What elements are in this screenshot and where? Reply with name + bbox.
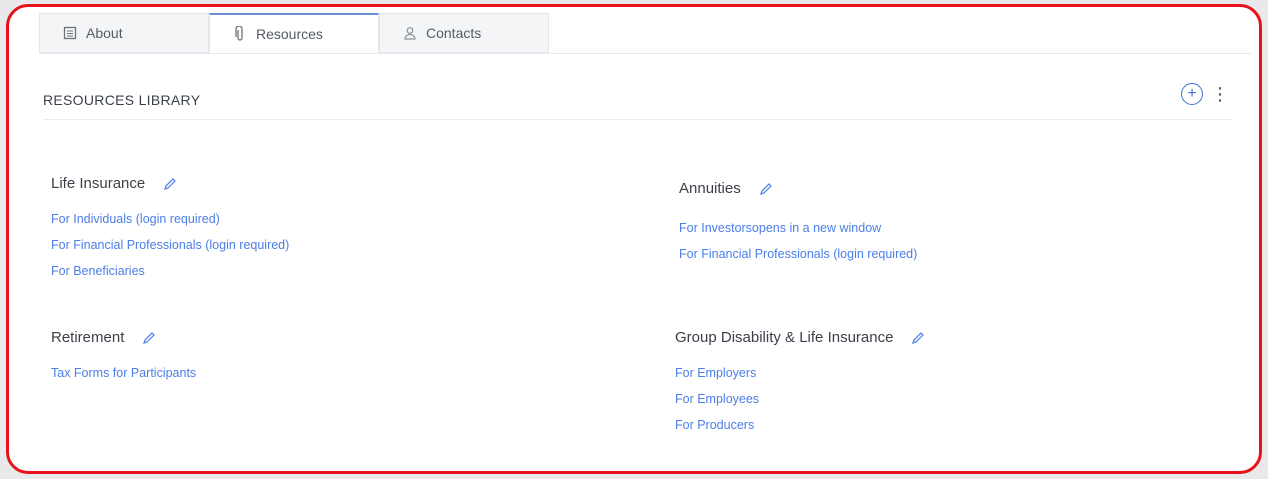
section-title: Group Disability & Life Insurance <box>675 329 894 346</box>
tab-contacts[interactable]: Contacts <box>379 13 549 53</box>
library-actions: + ⋮ <box>1181 83 1231 105</box>
pencil-icon[interactable] <box>163 177 177 191</box>
tab-divider <box>39 53 1251 54</box>
pencil-icon[interactable] <box>911 331 925 345</box>
link-tax-forms[interactable]: Tax Forms for Participants <box>51 366 196 380</box>
paperclip-icon <box>232 25 248 42</box>
link-investors[interactable]: For Investorsopens in a new window <box>679 221 917 235</box>
link-employees[interactable]: For Employees <box>675 392 925 406</box>
section-title: Life Insurance <box>51 175 146 192</box>
tab-bar: About Resources Contacts <box>39 13 549 55</box>
page-title: RESOURCES LIBRARY <box>43 92 201 108</box>
section-annuities: Annuities For Investorsopens in a new wi… <box>679 180 917 273</box>
section-title: Retirement <box>51 329 125 346</box>
tab-about[interactable]: About <box>39 13 209 53</box>
tab-contacts-label: Contacts <box>426 25 482 41</box>
tab-about-label: About <box>86 25 123 41</box>
add-resource-button[interactable]: + <box>1181 83 1203 105</box>
section-title: Annuities <box>679 180 741 197</box>
title-divider <box>43 119 1233 120</box>
pencil-icon[interactable] <box>142 331 156 345</box>
section-life-insurance: Life Insurance For Individuals (login re… <box>51 175 289 290</box>
pencil-icon[interactable] <box>759 182 773 196</box>
tab-resources[interactable]: Resources <box>209 13 379 53</box>
tab-resources-label: Resources <box>256 25 323 42</box>
link-financial-professionals[interactable]: For Financial Professionals (login requi… <box>679 247 917 261</box>
building-icon <box>62 25 78 41</box>
section-retirement: Retirement Tax Forms for Participants <box>51 329 196 392</box>
kebab-icon[interactable]: ⋮ <box>1209 85 1231 103</box>
link-producers[interactable]: For Producers <box>675 418 925 432</box>
link-employers[interactable]: For Employers <box>675 366 925 380</box>
resources-panel: About Resources Contacts RESOURCES LIBRA… <box>6 4 1262 474</box>
link-beneficiaries[interactable]: For Beneficiaries <box>51 264 289 278</box>
link-financial-professionals[interactable]: For Financial Professionals (login requi… <box>51 238 289 252</box>
link-individuals[interactable]: For Individuals (login required) <box>51 212 289 226</box>
section-group-disability: Group Disability & Life Insurance For Em… <box>675 329 925 444</box>
person-icon <box>402 25 418 41</box>
plus-circle-icon: + <box>1187 85 1197 102</box>
